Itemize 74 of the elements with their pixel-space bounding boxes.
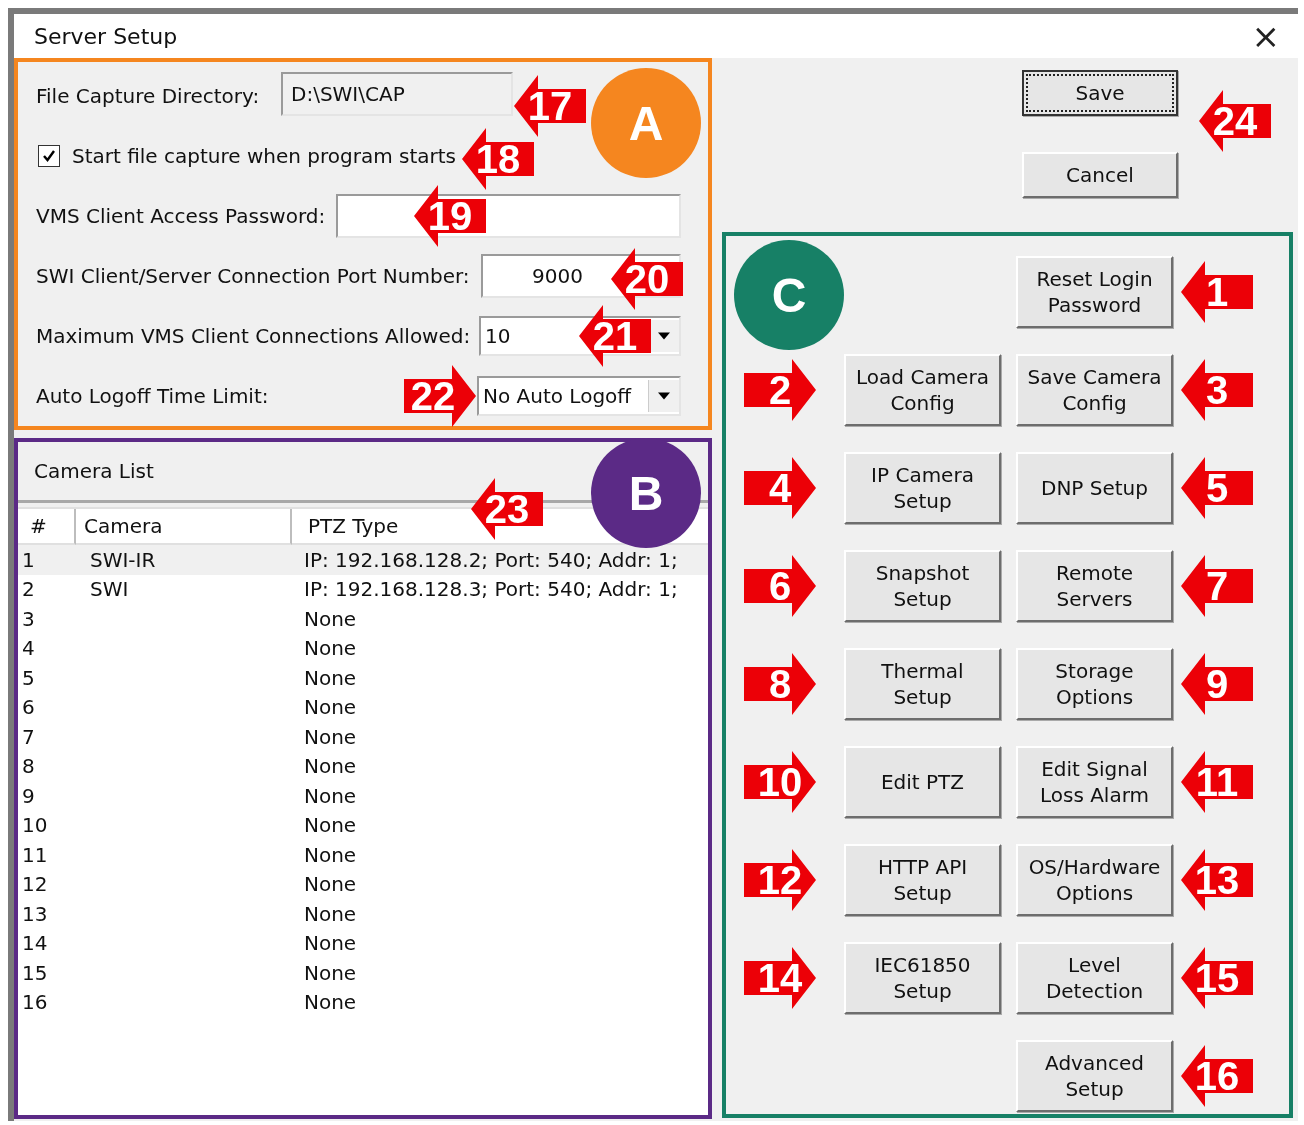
setup-button[interactable]: Reset Login Password — [1016, 256, 1173, 328]
field-label: SWI Client/Server Connection Port Number: — [36, 264, 470, 288]
callout-marker: 17 — [514, 75, 586, 137]
list-row[interactable]: 11 None — [18, 840, 708, 870]
callout-marker: 3 — [1181, 359, 1253, 421]
callout-marker: 15 — [1181, 947, 1253, 1009]
list-title: Camera List — [34, 459, 154, 483]
dropdown[interactable]: No Auto Logoff — [477, 376, 681, 416]
setup-button[interactable]: IEC61850 Setup — [844, 942, 1001, 1014]
window-title: Server Setup — [34, 23, 178, 49]
check-icon — [41, 148, 57, 164]
callout-marker: 10 — [744, 751, 816, 813]
input-field[interactable]: D:\SWI\CAP — [281, 72, 513, 116]
checkbox[interactable] — [38, 145, 60, 167]
setup-button[interactable]: Advanced Setup — [1016, 1040, 1173, 1112]
callout-marker: 1 — [1181, 261, 1253, 323]
list-row[interactable]: 7 None — [18, 722, 708, 752]
setup-button[interactable]: Save Camera Config — [1016, 354, 1173, 426]
setup-button[interactable]: Edit Signal Loss Alarm — [1016, 746, 1173, 818]
callout-marker: 5 — [1181, 457, 1253, 519]
callout-marker: 9 — [1181, 653, 1253, 715]
callout-marker: 8 — [744, 653, 816, 715]
list-row[interactable]: 5 None — [18, 663, 708, 693]
callout-marker: 16 — [1181, 1045, 1253, 1107]
list-row[interactable]: 4 None — [18, 633, 708, 663]
setup-button[interactable]: IP Camera Setup — [844, 452, 1001, 524]
callout-marker: 19 — [414, 185, 486, 247]
section-badge: A — [591, 68, 701, 178]
callout-marker: 23 — [471, 478, 543, 540]
field-label: Maximum VMS Client Connections Allowed: — [36, 324, 471, 348]
setup-button[interactable]: OS/Hardware Options — [1016, 844, 1173, 916]
setup-button[interactable]: Remote Servers — [1016, 550, 1173, 622]
callout-marker: 20 — [611, 248, 683, 310]
dialog-button[interactable]: Cancel — [1022, 152, 1178, 198]
list-row[interactable]: 8 None — [18, 751, 708, 781]
callout-marker: 6 — [744, 555, 816, 617]
list-row[interactable]: 1 SWI-IR IP: 192.168.128.2; Port: 540; Addr: 1; — [18, 545, 708, 575]
field-label: File Capture Directory: — [36, 84, 260, 108]
callout-marker: 2 — [744, 359, 816, 421]
setup-button[interactable]: Load Camera Config — [844, 354, 1001, 426]
list-row[interactable]: 2 SWI IP: 192.168.128.3; Port: 540; Addr: 1; — [18, 574, 708, 604]
list-row[interactable]: 13 None — [18, 899, 708, 929]
list-row[interactable]: 9 None — [18, 781, 708, 811]
setup-button[interactable]: Level Detection — [1016, 942, 1173, 1014]
list-row[interactable]: 3 None — [18, 604, 708, 634]
setup-button[interactable]: Storage Options — [1016, 648, 1173, 720]
callout-marker: 14 — [744, 947, 816, 1009]
setup-button[interactable]: Edit PTZ — [844, 746, 1001, 818]
callout-marker: 24 — [1199, 90, 1271, 152]
setup-button[interactable]: Thermal Setup — [844, 648, 1001, 720]
setup-button[interactable]: DNP Setup — [1016, 452, 1173, 524]
list-row[interactable]: 14 None — [18, 928, 708, 958]
callout-marker: 4 — [744, 457, 816, 519]
callout-marker: 18 — [462, 128, 534, 190]
checkbox-label: Start file capture when program starts — [72, 144, 457, 168]
callout-marker: 22 — [404, 365, 476, 427]
setup-button[interactable]: Snapshot Setup — [844, 550, 1001, 622]
callout-marker: 21 — [579, 305, 651, 367]
list-row[interactable]: 12 None — [18, 869, 708, 899]
callout-marker: 11 — [1181, 751, 1253, 813]
field-label: VMS Client Access Password: — [36, 204, 326, 228]
section-badge: C — [734, 240, 844, 350]
list-row[interactable]: 16 None — [18, 987, 708, 1017]
close-button[interactable]: × — [1245, 19, 1286, 53]
list-row[interactable]: 10 None — [18, 810, 708, 840]
setup-button[interactable]: HTTP API Setup — [844, 844, 1001, 916]
callout-marker: 12 — [744, 849, 816, 911]
list-row[interactable]: 6 None — [18, 692, 708, 722]
callout-marker: 13 — [1181, 849, 1253, 911]
field-label: Auto Logoff Time Limit: — [36, 384, 269, 408]
caret-icon — [658, 392, 670, 400]
dialog-button[interactable]: Save — [1022, 70, 1178, 116]
callout-marker: 7 — [1181, 555, 1253, 617]
list-row[interactable]: 15 None — [18, 958, 708, 988]
